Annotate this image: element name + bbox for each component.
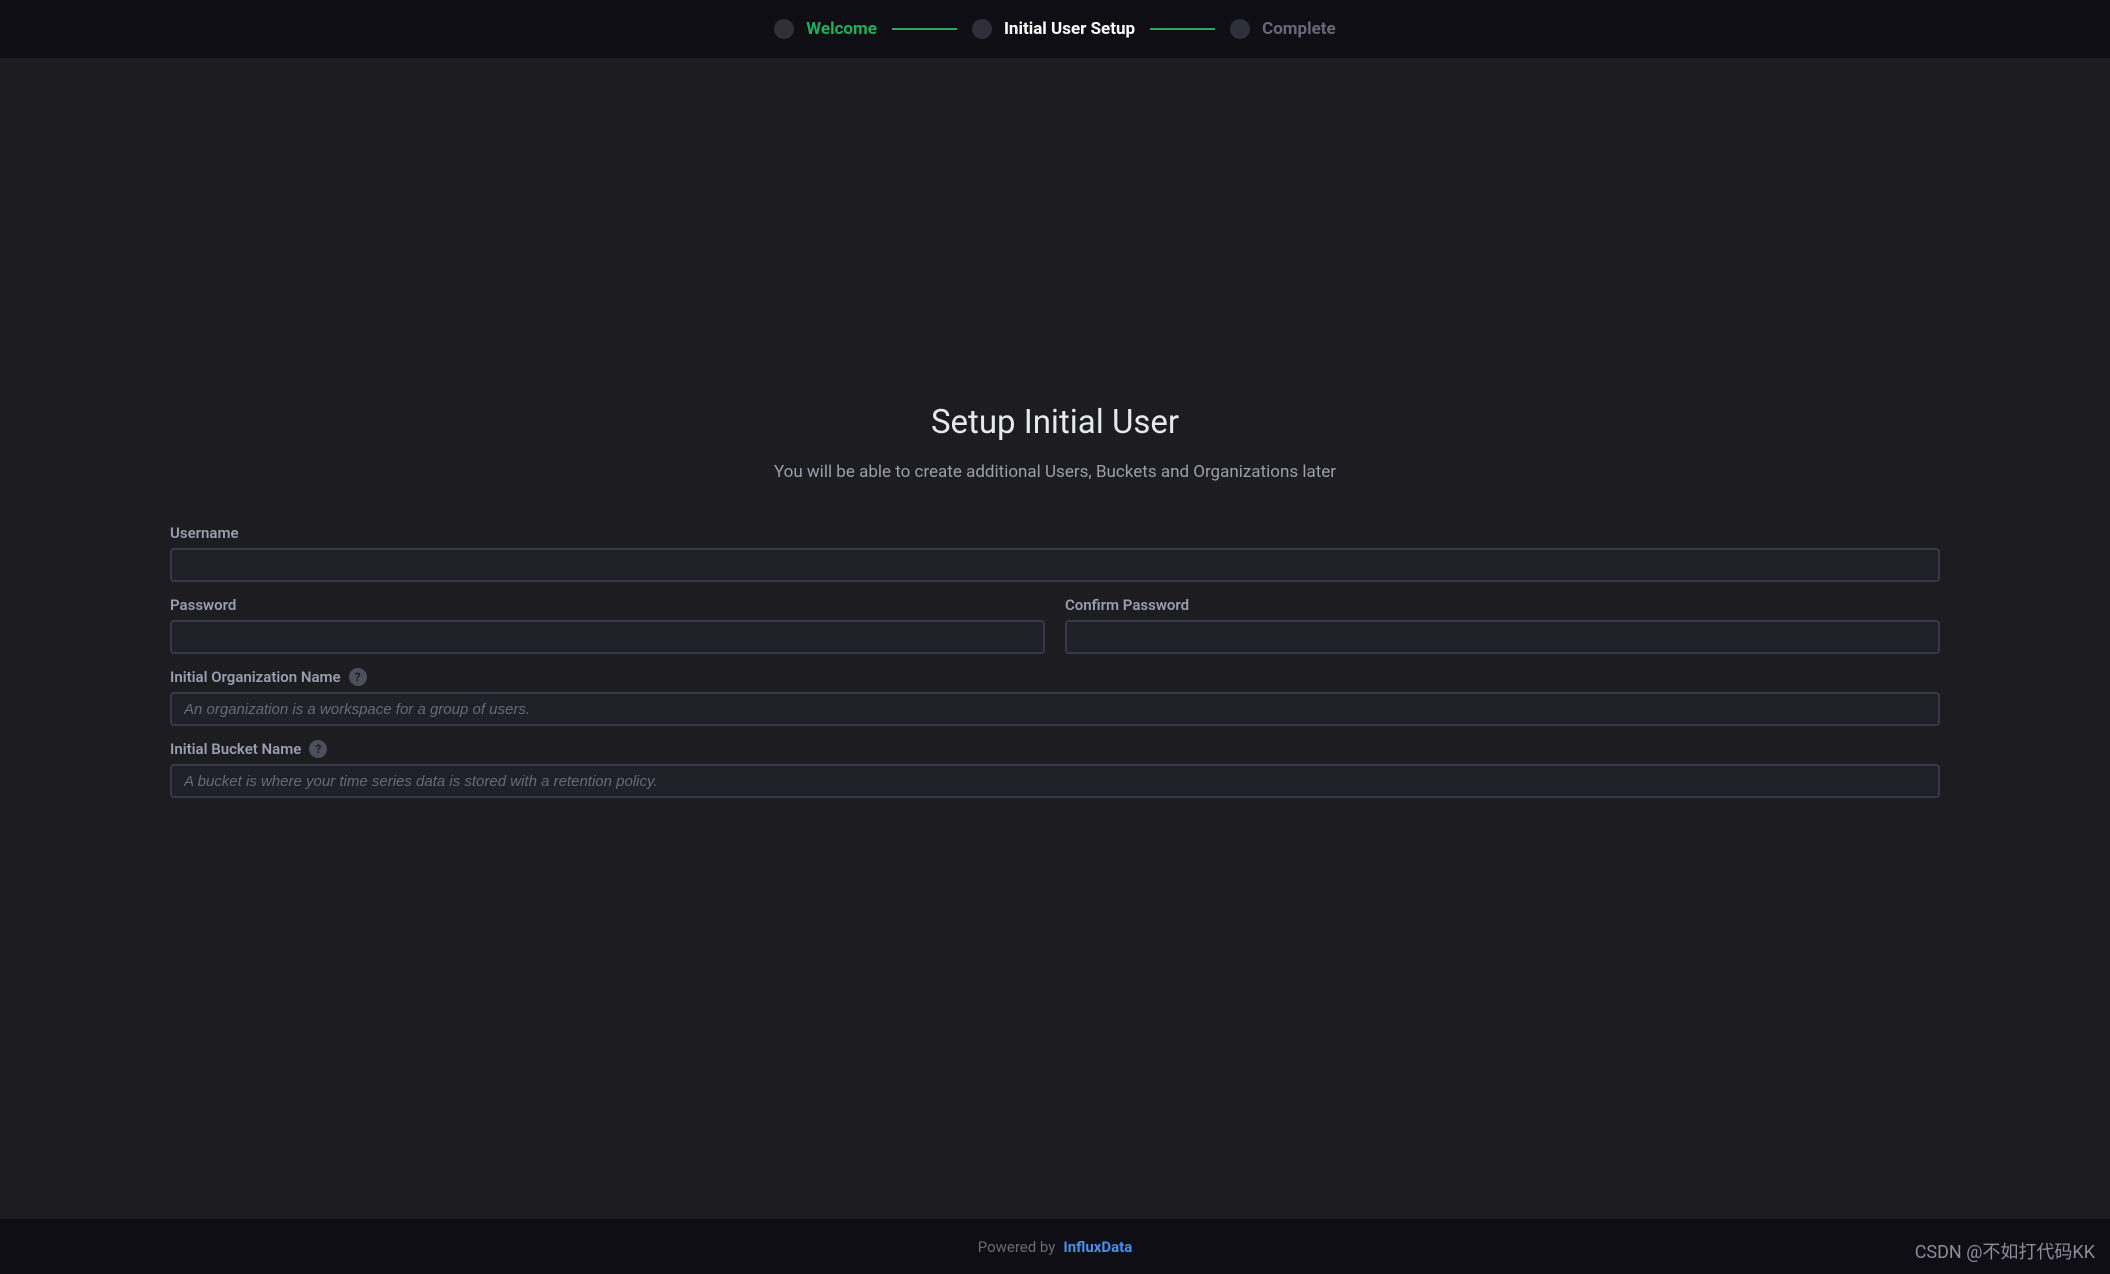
step-connector: [1150, 28, 1215, 30]
form-group-org-name: Initial Organization Name ?: [170, 668, 1940, 726]
progress-steps: Welcome Initial User Setup Complete: [774, 19, 1335, 39]
step-label-initial-user-setup: Initial User Setup: [1004, 19, 1135, 39]
step-welcome: Welcome: [774, 19, 877, 39]
page-subtitle: You will be able to create additional Us…: [774, 462, 1336, 482]
bucket-name-input[interactable]: [170, 764, 1940, 798]
form-row-bucket-name: Initial Bucket Name ?: [170, 740, 1940, 798]
step-circle-icon: [972, 19, 992, 39]
form-group-username: Username: [170, 524, 1940, 582]
org-name-label: Initial Organization Name ?: [170, 668, 1940, 686]
footer-influxdata-link[interactable]: InfluxData: [1063, 1238, 1132, 1256]
page-title: Setup Initial User: [931, 403, 1179, 442]
org-name-input[interactable]: [170, 692, 1940, 726]
bucket-name-label-text: Initial Bucket Name: [170, 740, 301, 758]
progress-header: Welcome Initial User Setup Complete: [0, 0, 2110, 58]
footer: Powered by InfluxData: [0, 1219, 2110, 1274]
form-row-org-name: Initial Organization Name ?: [170, 668, 1940, 726]
watermark: CSDN @不如打代码KK: [1915, 1238, 2095, 1264]
password-label: Password: [170, 596, 1045, 614]
step-circle-icon: [1230, 19, 1250, 39]
form-row-password: Password Confirm Password: [170, 596, 1940, 654]
step-connector: [892, 28, 957, 30]
step-label-complete: Complete: [1262, 19, 1336, 39]
main-content: Setup Initial User You will be able to c…: [0, 58, 2110, 1258]
step-label-welcome: Welcome: [806, 19, 877, 39]
bucket-name-label: Initial Bucket Name ?: [170, 740, 1940, 758]
confirm-password-input[interactable]: [1065, 620, 1940, 654]
username-input[interactable]: [170, 548, 1940, 582]
footer-powered-by: Powered by: [978, 1238, 1056, 1256]
password-input[interactable]: [170, 620, 1045, 654]
help-icon[interactable]: ?: [309, 740, 327, 758]
username-label: Username: [170, 524, 1940, 542]
org-name-label-text: Initial Organization Name: [170, 668, 341, 686]
form-row-username: Username: [170, 524, 1940, 582]
form-group-bucket-name: Initial Bucket Name ?: [170, 740, 1940, 798]
help-icon[interactable]: ?: [349, 668, 367, 686]
step-initial-user-setup: Initial User Setup: [972, 19, 1135, 39]
form-group-confirm-password: Confirm Password: [1065, 596, 1940, 654]
form-group-password: Password: [170, 596, 1045, 654]
step-circle-icon: [774, 19, 794, 39]
confirm-password-label: Confirm Password: [1065, 596, 1940, 614]
form-container: Username Password Confirm Password Initi…: [170, 524, 1940, 812]
step-complete: Complete: [1230, 19, 1336, 39]
